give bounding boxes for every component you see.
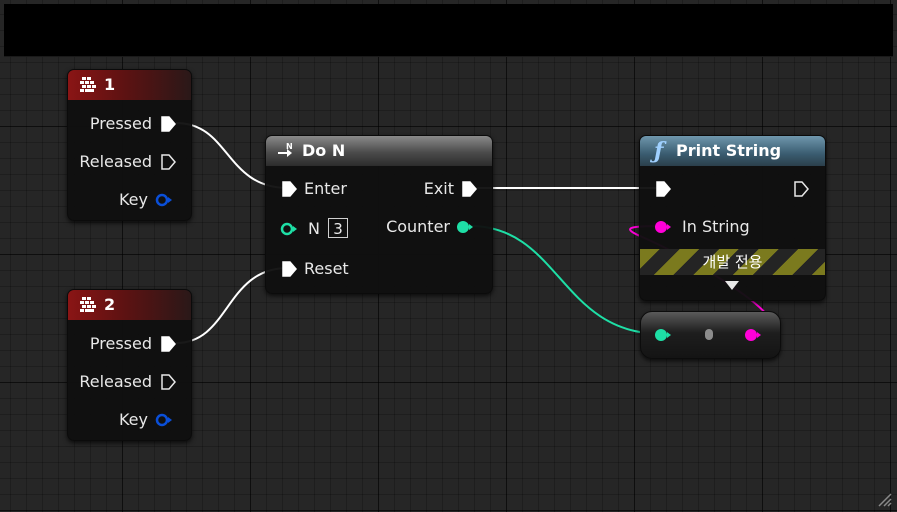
key-2-released-exec-pin[interactable]: [160, 374, 176, 390]
conversion-node[interactable]: [640, 311, 781, 359]
print-string-node-title: Print String: [676, 141, 782, 160]
print-string-exec-out-pin[interactable]: [793, 181, 809, 197]
key-1-node-header[interactable]: 1: [68, 70, 191, 100]
do-n-enter-exec-pin[interactable]: [281, 181, 297, 197]
print-string-in-string-pin[interactable]: [654, 220, 672, 234]
print-string-exec-in-pin[interactable]: [655, 181, 671, 197]
key-1-pressed-label: Pressed: [89, 114, 152, 133]
keyboard-icon: [80, 77, 96, 92]
do-n-macro-icon: N: [278, 142, 293, 157]
do-n-n-label: N: [308, 219, 320, 238]
svg-text:N: N: [286, 142, 293, 151]
conversion-dot-icon: [705, 329, 713, 340]
key-2-node-title: 2: [104, 295, 116, 314]
print-string-in-string-label: In String: [682, 217, 750, 236]
key-1-event-node[interactable]: 1 Pressed Released Key: [67, 69, 192, 221]
key-2-key-label: Key: [118, 410, 148, 429]
key-2-released-label: Released: [79, 372, 152, 391]
resize-grip-icon[interactable]: [876, 491, 892, 507]
keyboard-icon: [80, 297, 96, 312]
do-n-node[interactable]: N Do N Enter Exit N 3 Counter Reset: [265, 135, 493, 294]
conversion-string-output-pin[interactable]: [744, 328, 762, 342]
do-n-n-value-input[interactable]: 3: [328, 218, 348, 238]
do-n-enter-label: Enter: [304, 179, 347, 198]
do-n-counter-integer-pin[interactable]: [456, 220, 474, 234]
key-1-released-exec-pin[interactable]: [160, 154, 176, 170]
key-2-node-header[interactable]: 2: [68, 290, 191, 320]
print-string-node[interactable]: ƒ Print String In String 개발 전용: [639, 135, 826, 301]
expand-arrow-icon[interactable]: [725, 281, 739, 290]
do-n-n-integer-pin[interactable]: [280, 222, 298, 236]
key-2-key-struct-pin[interactable]: [155, 413, 173, 427]
development-only-banner: 개발 전용: [640, 249, 825, 275]
key-1-key-label: Key: [118, 190, 148, 209]
do-n-reset-exec-pin[interactable]: [281, 261, 297, 277]
key-2-pressed-exec-pin[interactable]: [160, 336, 176, 352]
do-n-exit-label: Exit: [423, 179, 454, 198]
do-n-node-header[interactable]: N Do N: [266, 136, 492, 166]
do-n-exit-exec-pin[interactable]: [461, 181, 477, 197]
key-1-released-label: Released: [79, 152, 152, 171]
key-1-pressed-exec-pin[interactable]: [160, 116, 176, 132]
graph-top-bar: [4, 4, 893, 57]
do-n-reset-label: Reset: [304, 259, 349, 278]
key-2-pressed-label: Pressed: [89, 334, 152, 353]
do-n-counter-label: Counter: [386, 217, 450, 236]
do-n-node-title: Do N: [302, 141, 346, 160]
key-1-node-title: 1: [104, 75, 116, 94]
print-string-node-header[interactable]: ƒ Print String: [640, 136, 825, 166]
key-1-key-struct-pin[interactable]: [155, 193, 173, 207]
key-2-event-node[interactable]: 2 Pressed Released Key: [67, 289, 192, 441]
function-icon: ƒ: [654, 138, 664, 164]
conversion-integer-input-pin[interactable]: [654, 328, 672, 342]
